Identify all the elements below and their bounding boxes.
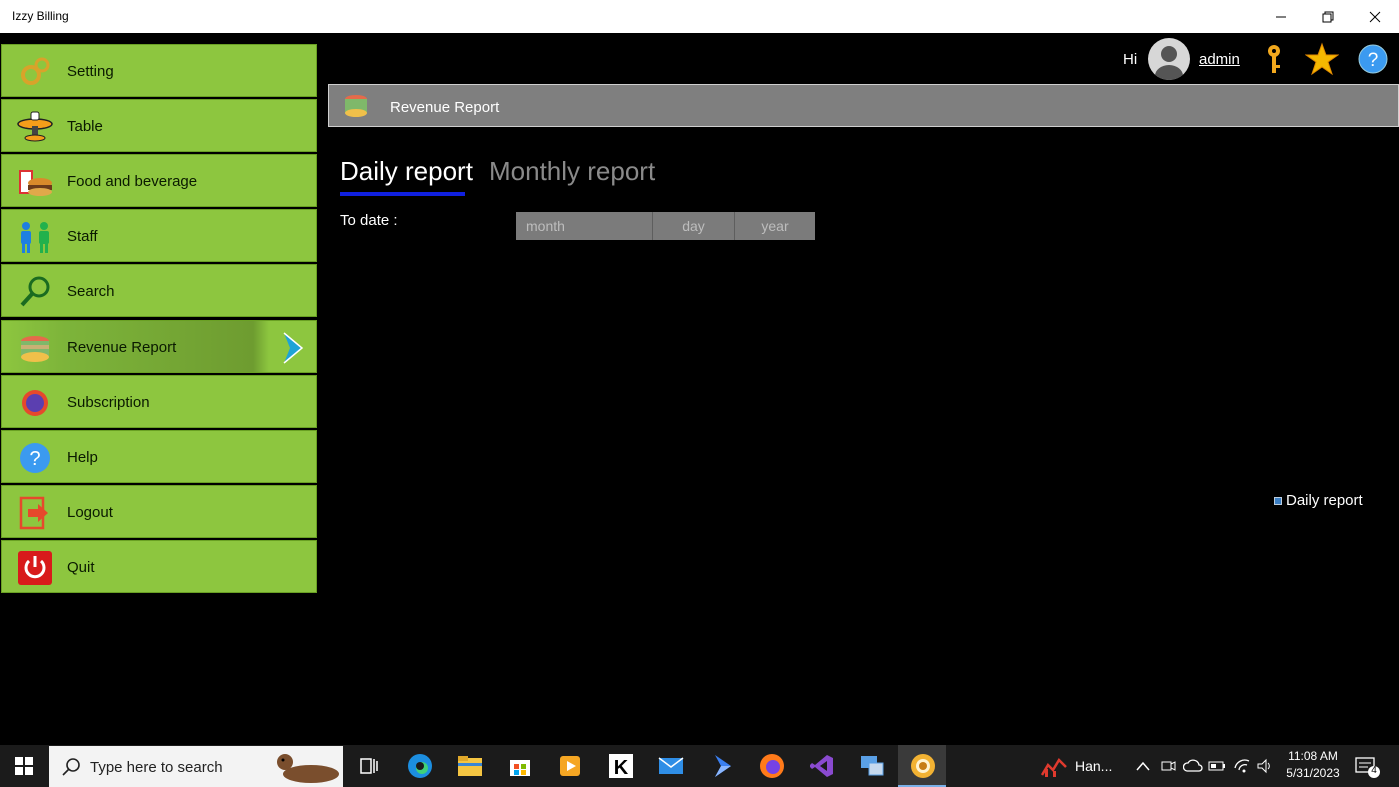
svg-text:?: ?	[29, 448, 40, 470]
volume-icon[interactable]	[1253, 751, 1277, 781]
sidebar-item-label: Search	[67, 283, 115, 300]
system-clock[interactable]: 11:08 AM 5/31/2023	[1279, 748, 1347, 782]
help-icon[interactable]: ?	[1356, 42, 1390, 76]
avatar[interactable]	[1148, 38, 1190, 80]
close-icon	[1369, 11, 1381, 22]
to-date-label: To date :	[340, 212, 398, 229]
page-header: Revenue Report	[328, 84, 1399, 127]
sidebar-item-label: Revenue Report	[67, 339, 177, 356]
start-button[interactable]	[0, 745, 48, 787]
close-button[interactable]	[1352, 0, 1398, 33]
search-icon	[16, 275, 54, 309]
sidebar-item-staff[interactable]: Staff	[1, 209, 317, 262]
sidebar-item-subscription[interactable]: Subscription	[1, 375, 317, 428]
window-title: Izzy Billing	[12, 9, 69, 23]
network-app-icon[interactable]	[857, 751, 887, 781]
mail-icon[interactable]	[656, 751, 686, 781]
sidebar-item-label: Quit	[67, 559, 95, 576]
meet-icon[interactable]	[1156, 751, 1180, 781]
izzy-billing-icon[interactable]	[908, 751, 938, 781]
restore-button[interactable]	[1305, 0, 1351, 33]
page-title: Revenue Report	[390, 99, 500, 116]
search-icon	[62, 758, 80, 776]
cloud-sync-icon[interactable]	[1180, 751, 1206, 781]
tab-selected-indicator	[340, 192, 465, 196]
logout-icon	[16, 496, 54, 530]
sidebar-item-setting[interactable]: Setting	[1, 44, 317, 97]
taskbar: Type here to search K Han... 11:08 AM 5/…	[0, 745, 1399, 787]
power-automate-icon[interactable]	[707, 751, 737, 781]
visual-studio-icon[interactable]	[807, 751, 837, 781]
minimize-icon	[1276, 16, 1286, 17]
legend-label: Daily report	[1286, 492, 1363, 509]
sidebar-item-label: Food and beverage	[67, 173, 198, 190]
taskbar-app-label[interactable]: Han...	[1075, 758, 1112, 774]
edge-icon[interactable]	[405, 751, 435, 781]
minimize-button[interactable]	[1258, 0, 1304, 33]
subscription-icon	[16, 386, 54, 420]
title-bar: Izzy Billing	[0, 0, 1399, 33]
search-placeholder: Type here to search	[90, 759, 223, 776]
star-icon[interactable]	[1305, 42, 1339, 76]
help-icon: ?	[16, 441, 54, 475]
power-icon	[16, 551, 54, 585]
tab-daily-report[interactable]: Daily report	[340, 156, 473, 187]
staff-icon	[16, 220, 54, 254]
stock-app-icon[interactable]	[1039, 751, 1069, 781]
firefox-icon[interactable]	[757, 751, 787, 781]
table-icon	[16, 110, 54, 144]
year-field[interactable]: year	[735, 212, 815, 240]
file-explorer-icon[interactable]	[455, 751, 485, 781]
notification-icon	[1355, 757, 1380, 778]
month-field[interactable]: month	[516, 212, 653, 240]
gears-icon	[16, 55, 54, 89]
food-icon	[16, 165, 54, 199]
chevron-right-icon	[283, 332, 304, 364]
sidebar-item-revenue-report[interactable]: Revenue Report	[1, 320, 317, 373]
chevron-up-icon[interactable]	[1129, 751, 1157, 781]
sidebar-item-logout[interactable]: Logout	[1, 485, 317, 538]
sidebar-item-table[interactable]: Table	[1, 99, 317, 152]
username-link[interactable]: admin	[1199, 51, 1240, 68]
restore-icon	[1322, 11, 1334, 22]
sidebar-item-label: Logout	[67, 504, 113, 521]
key-icon[interactable]	[1257, 42, 1291, 76]
wifi-icon[interactable]	[1230, 751, 1254, 781]
media-player-icon[interactable]	[555, 751, 585, 781]
greeting-text: Hi	[1123, 51, 1138, 68]
sidebar-item-help[interactable]: ? Help	[1, 430, 317, 483]
date-picker[interactable]: month day year	[516, 212, 815, 240]
sidebar-item-label: Setting	[67, 63, 114, 80]
taskbar-search-box[interactable]: Type here to search	[49, 746, 343, 787]
notification-count: 4	[1371, 765, 1377, 776]
sidebar-item-label: Staff	[67, 228, 98, 245]
revenue-icon	[345, 95, 367, 117]
windows-icon	[15, 757, 33, 775]
sidebar-item-food-and-beverage[interactable]: Food and beverage	[1, 154, 317, 207]
sidebar-item-quit[interactable]: Quit	[1, 540, 317, 593]
notification-center-button[interactable]: 4	[1353, 754, 1383, 780]
store-icon[interactable]	[505, 751, 535, 781]
sidebar-item-label: Help	[67, 449, 98, 466]
sidebar-item-label: Subscription	[67, 394, 150, 411]
svg-text:?: ?	[1368, 50, 1379, 71]
battery-icon[interactable]	[1205, 751, 1229, 781]
otter-icon	[277, 754, 339, 783]
sidebar-item-label: Table	[67, 118, 103, 135]
clock-time: 11:08 AM	[1288, 749, 1338, 763]
revenue-icon	[16, 331, 54, 365]
legend-swatch	[1274, 496, 1282, 505]
tab-monthly-report[interactable]: Monthly report	[489, 156, 655, 187]
k-app-icon[interactable]: K	[606, 751, 636, 781]
day-field[interactable]: day	[653, 212, 735, 240]
svg-text:K: K	[614, 757, 629, 779]
chart-legend: Daily report	[1274, 492, 1363, 509]
clock-date: 5/31/2023	[1286, 766, 1340, 780]
task-view-icon[interactable]	[354, 751, 384, 781]
sidebar-item-search[interactable]: Search	[1, 264, 317, 317]
